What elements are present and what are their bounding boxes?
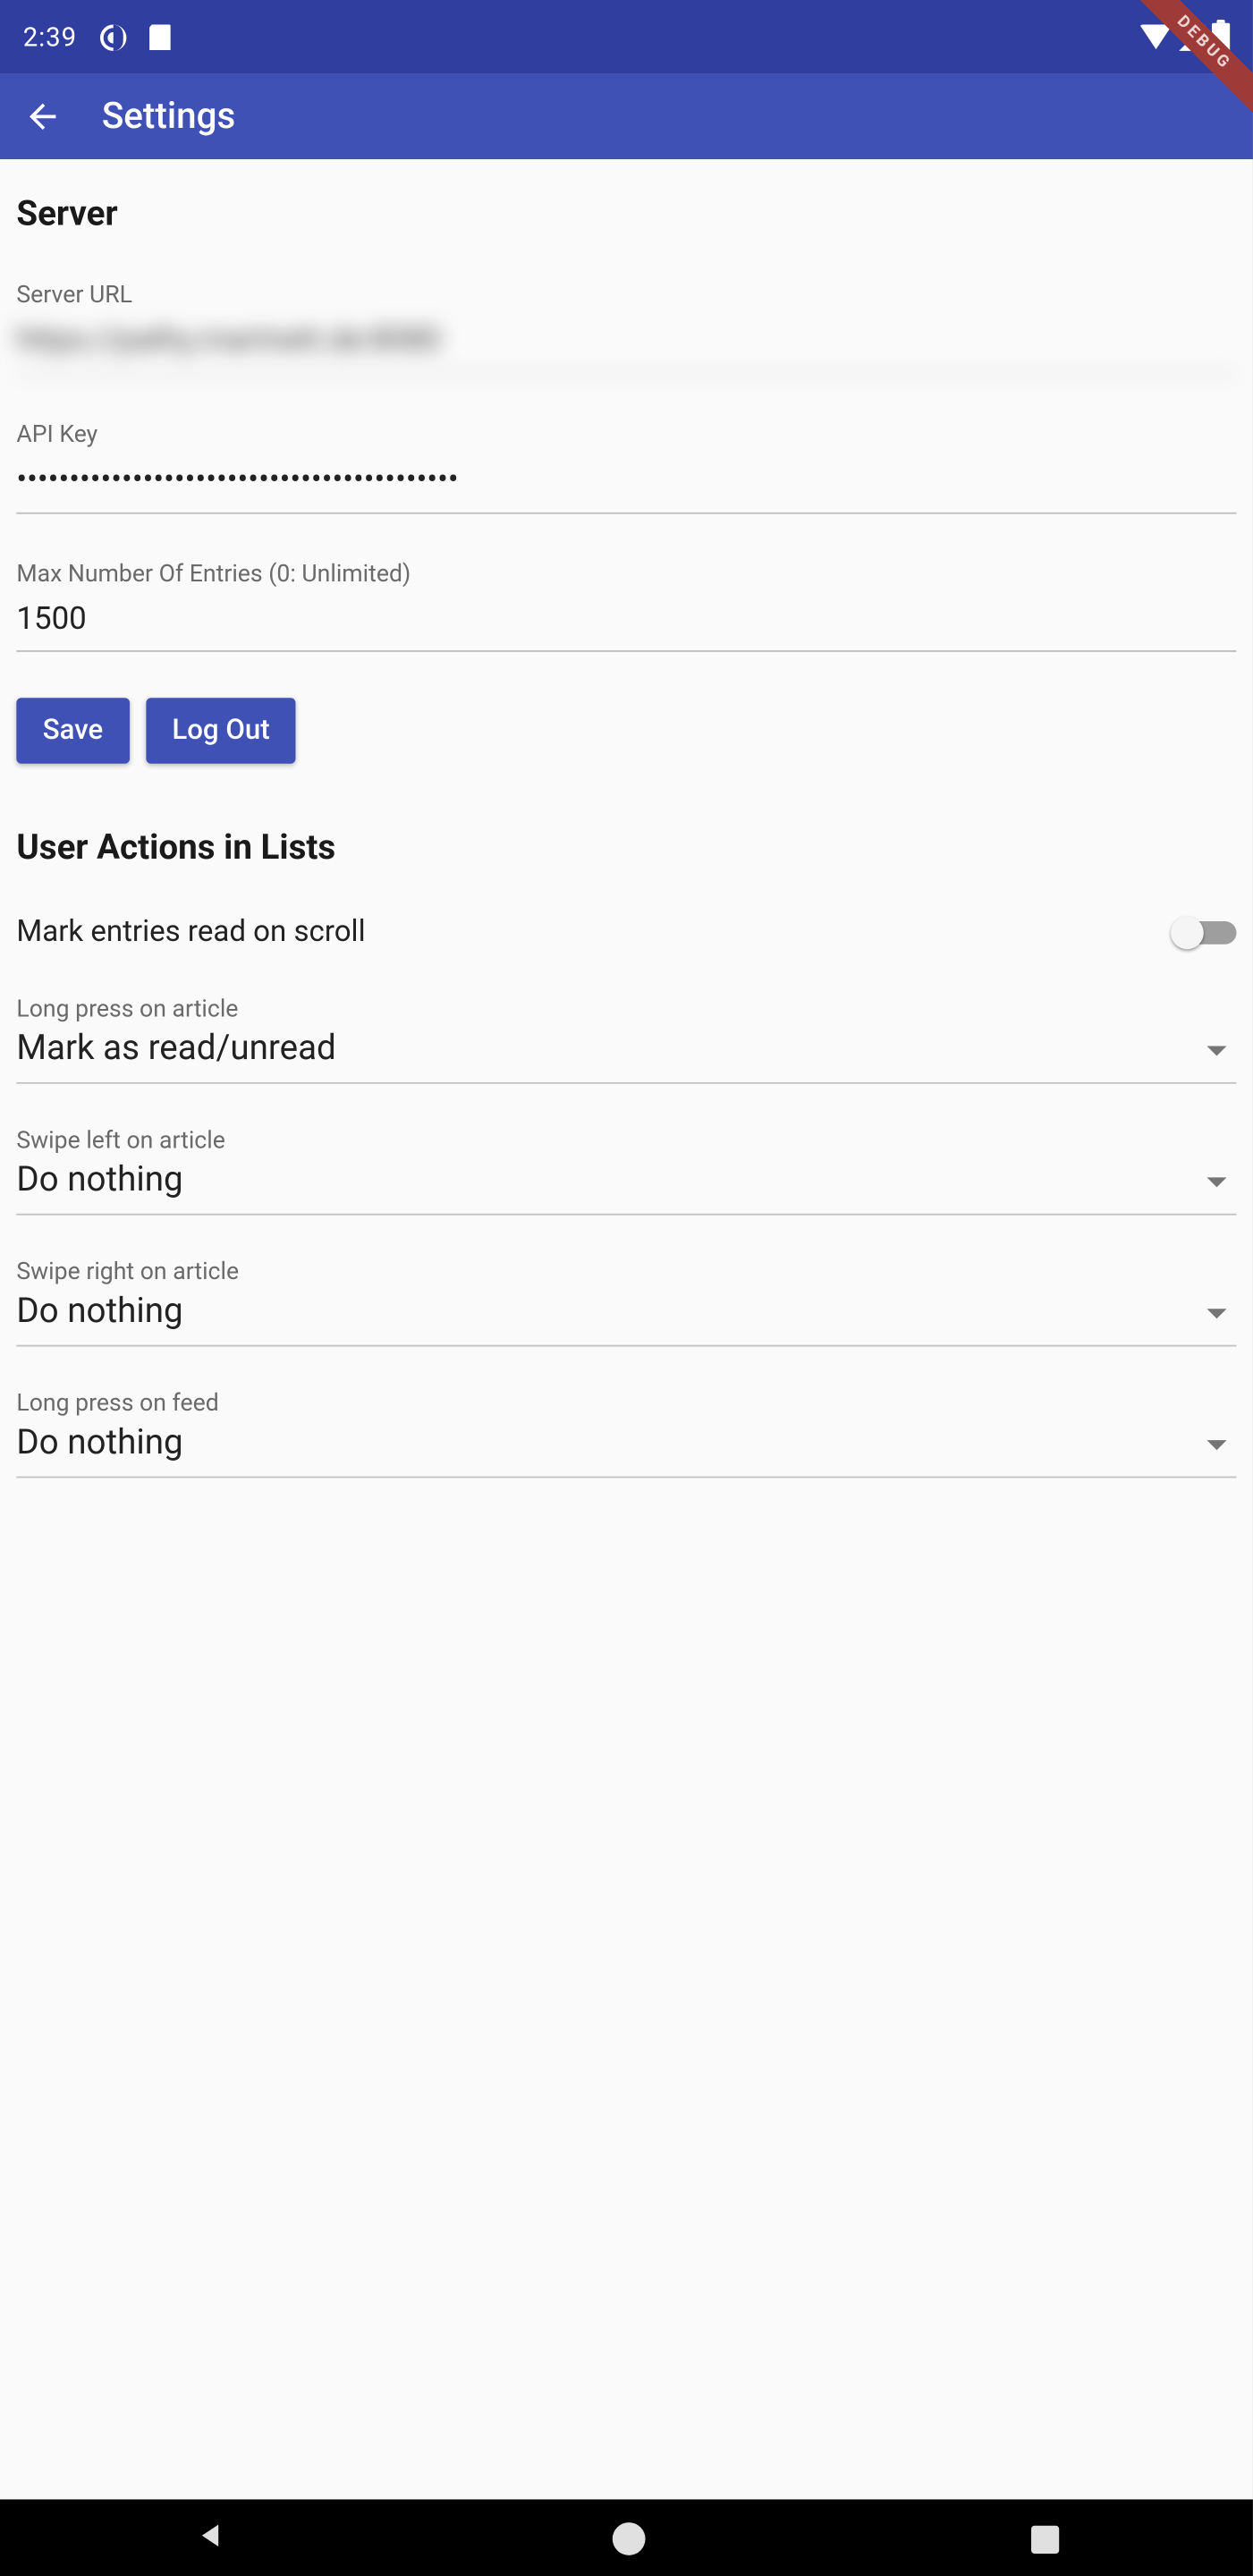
arrow-back-icon — [23, 97, 63, 136]
max-entries-field[interactable]: Max Number Of Entries (0: Unlimited) 150… — [16, 559, 1236, 652]
android-nav-bar — [0, 2499, 1253, 2576]
long-press-feed-label: Long press on feed — [16, 1390, 1236, 1418]
section-server-title: Server — [16, 195, 1236, 234]
chevron-down-icon — [1206, 1441, 1226, 1451]
app-bar: Settings — [0, 74, 1253, 159]
swipe-left-value: Do nothing — [16, 1162, 1236, 1201]
chevron-down-icon — [1206, 1046, 1226, 1056]
swipe-left-dropdown[interactable]: Swipe left on article Do nothing — [16, 1127, 1236, 1216]
status-time: 2:39 — [23, 21, 77, 53]
mark-on-scroll-label: Mark entries read on scroll — [16, 915, 365, 950]
api-key-value[interactable]: ••••••••••••••••••••••••••••••••••••••••… — [16, 458, 1236, 513]
switch-thumb — [1171, 916, 1204, 949]
back-button[interactable] — [16, 90, 69, 143]
swipe-right-label: Swipe right on article — [16, 1258, 1236, 1286]
nav-recent-button[interactable] — [1032, 2525, 1060, 2553]
nav-home-button[interactable] — [613, 2522, 646, 2555]
settings-content[interactable]: Server Server URL https://pathy.martnett… — [0, 159, 1253, 2499]
mark-on-scroll-row: Mark entries read on scroll — [16, 915, 1236, 950]
nav-back-button[interactable] — [193, 2519, 226, 2558]
save-button[interactable]: Save — [16, 699, 129, 764]
swipe-right-value: Do nothing — [16, 1293, 1236, 1333]
triangle-back-icon — [193, 2519, 226, 2552]
api-key-field[interactable]: API Key ••••••••••••••••••••••••••••••••… — [16, 420, 1236, 513]
section-user-actions-title: User Actions in Lists — [16, 830, 1236, 869]
server-url-field[interactable]: Server URL https://pathy.martnett.de:808… — [16, 281, 1236, 374]
sd-card-icon — [149, 24, 171, 50]
long-press-feed-value: Do nothing — [16, 1425, 1236, 1464]
server-url-label: Server URL — [16, 281, 1236, 309]
api-key-label: API Key — [16, 420, 1236, 448]
max-entries-value[interactable]: 1500 — [16, 597, 1236, 653]
status-bar: 2:39 DEBUG — [0, 0, 1253, 74]
logout-button[interactable]: Log Out — [146, 699, 296, 764]
long-press-article-value: Mark as read/unread — [16, 1030, 1236, 1070]
sync-icon — [100, 24, 126, 50]
chevron-down-icon — [1206, 1178, 1226, 1188]
long-press-article-dropdown[interactable]: Long press on article Mark as read/unrea… — [16, 996, 1236, 1084]
max-entries-label: Max Number Of Entries (0: Unlimited) — [16, 559, 1236, 587]
wifi-icon — [1139, 25, 1173, 50]
page-title: Settings — [102, 96, 235, 137]
swipe-left-label: Swipe left on article — [16, 1127, 1236, 1155]
mark-on-scroll-switch[interactable] — [1171, 916, 1236, 949]
swipe-right-dropdown[interactable]: Swipe right on article Do nothing — [16, 1258, 1236, 1347]
server-url-value[interactable]: https://pathy.martnett.de:8080 — [16, 318, 1236, 374]
chevron-down-icon — [1206, 1309, 1226, 1319]
long-press-feed-dropdown[interactable]: Long press on feed Do nothing — [16, 1390, 1236, 1479]
long-press-article-label: Long press on article — [16, 996, 1236, 1023]
